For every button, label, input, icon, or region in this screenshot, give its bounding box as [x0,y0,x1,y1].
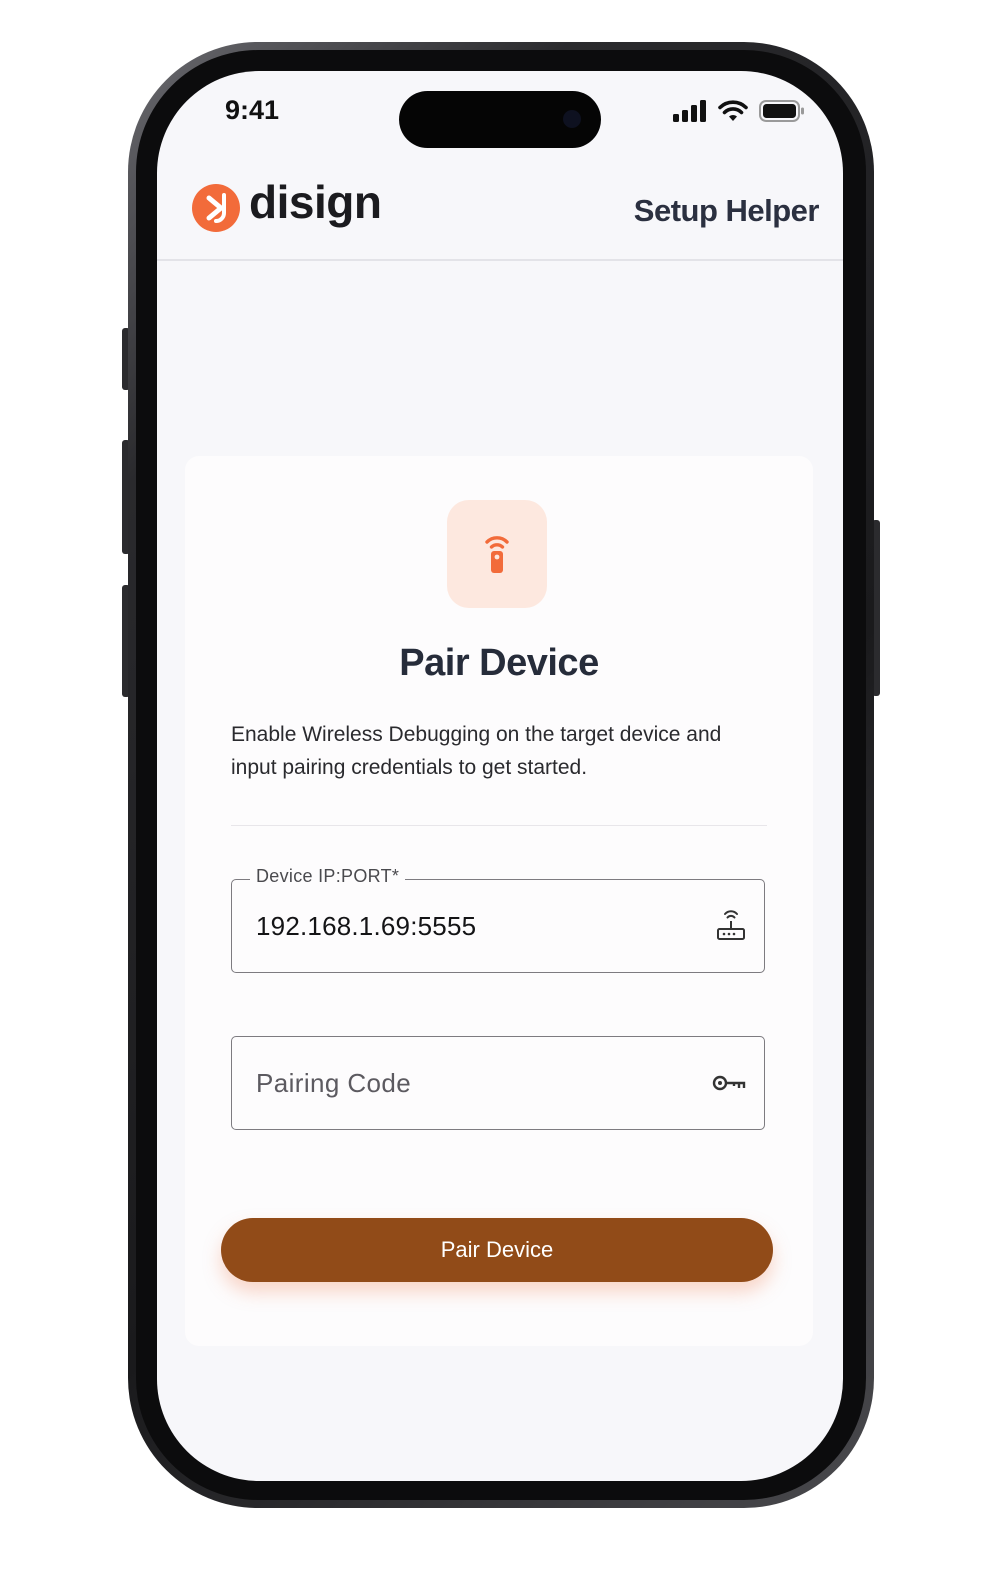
remote-icon [485,536,509,573]
pair-device-card: Pair Device Enable Wireless Debugging on… [185,456,813,1346]
signal-icon [673,100,706,122]
brand-name: disign [249,176,382,228]
device-ip-label: Device IP:PORT* [250,866,406,887]
camera-icon [563,110,581,128]
disign-logo-icon [192,184,240,232]
page-title: Setup Helper [633,193,820,228]
card-description: Enable Wireless Debugging on the target … [231,723,722,779]
phone-screen: 9:41 disign Setup Helper Pair Device Ena… [157,71,843,1481]
card-icon-container [447,500,547,608]
pairing-code-field[interactable] [231,1036,765,1130]
battery-icon [759,100,804,122]
dynamic-island [399,91,601,148]
status-time: 9:41 [225,95,280,125]
divider [231,825,767,826]
pairing-code-input[interactable] [256,1068,676,1099]
wifi-icon [718,100,748,121]
pair-device-button[interactable]: Pair Device [221,1218,773,1282]
device-ip-field[interactable]: Device IP:PORT* 192.168.1.69:5555 [231,866,765,973]
key-icon [712,1075,746,1091]
card-title: Pair Device [399,642,599,684]
app-header: disign Setup Helper [157,161,843,261]
router-icon [717,910,745,940]
device-ip-value[interactable]: 192.168.1.69:5555 [256,911,476,942]
